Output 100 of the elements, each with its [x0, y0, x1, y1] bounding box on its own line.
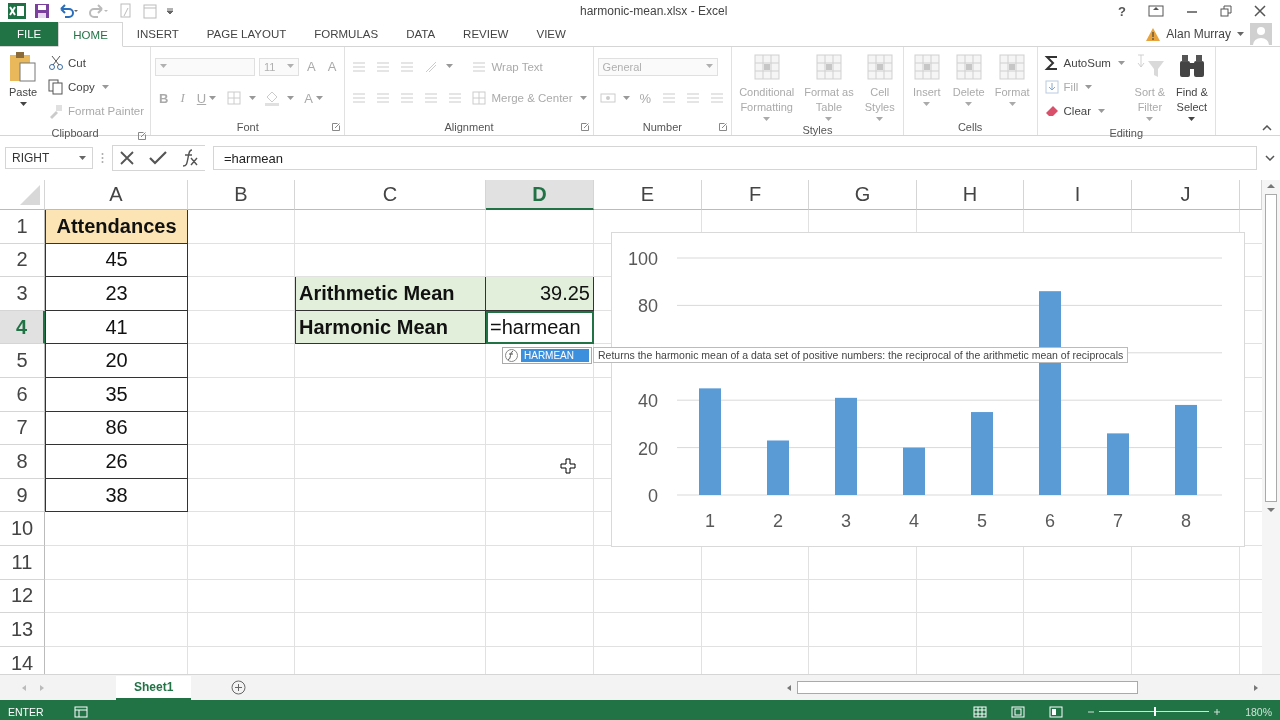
scroll-down-icon[interactable]: [1266, 506, 1276, 514]
row-header[interactable]: 3: [0, 277, 45, 311]
prev-sheet-icon[interactable]: [20, 683, 28, 692]
save-icon[interactable]: [34, 3, 50, 19]
ribbon-display-icon[interactable]: [1148, 5, 1164, 17]
axis-label: 2: [773, 511, 783, 531]
column-heading-cell: Attendances: [45, 210, 188, 244]
axis-label: 1: [705, 511, 715, 531]
user-name[interactable]: Alan Murray: [1166, 27, 1231, 41]
clipboard-icon: [7, 51, 39, 83]
collapse-ribbon-icon[interactable]: [1262, 125, 1272, 131]
column-header[interactable]: G: [809, 180, 917, 210]
column-header[interactable]: F: [702, 180, 809, 210]
grid-icon: [471, 90, 488, 107]
help-button[interactable]: ?: [1118, 3, 1126, 19]
page-layout-icon[interactable]: [1011, 705, 1026, 718]
row-header[interactable]: 2: [0, 243, 45, 278]
name-box[interactable]: RIGHT: [5, 147, 93, 169]
zoom-slider-thumb[interactable]: [1154, 707, 1157, 716]
row-header[interactable]: 4: [0, 310, 45, 345]
row-header[interactable]: 7: [0, 411, 45, 446]
ribbon-tab[interactable]: PAGE LAYOUT: [192, 22, 301, 46]
customize-caret-icon[interactable]: [166, 6, 174, 16]
label-cell: Arithmetic Mean: [295, 277, 486, 311]
grid-icon: [226, 90, 243, 107]
close-icon[interactable]: [1254, 5, 1266, 17]
column-header[interactable]: J: [1132, 180, 1240, 210]
sheet-tab[interactable]: Sheet1: [116, 675, 192, 700]
ribbon-button[interactable]: Clear: [1041, 102, 1108, 120]
formula-input[interactable]: =harmean: [213, 146, 1257, 170]
ribbon-tab[interactable]: FORMULAS: [300, 22, 393, 46]
scroll-left-icon[interactable]: [785, 683, 793, 692]
scroll-right-icon[interactable]: [1252, 683, 1260, 692]
ribbon-tab[interactable]: VIEW: [522, 22, 580, 46]
zoom-level[interactable]: 180%: [1245, 705, 1272, 718]
column-header[interactable]: C: [295, 180, 486, 210]
restore-icon[interactable]: [1220, 5, 1232, 17]
column-header[interactable]: D: [486, 180, 594, 210]
scrollbar-thumb[interactable]: [797, 681, 1138, 694]
cancel-icon[interactable]: [119, 150, 135, 166]
editing-cell[interactable]: =harmean: [486, 310, 594, 345]
next-sheet-icon[interactable]: [38, 683, 46, 692]
dialog-launcher-icon[interactable]: [138, 132, 147, 140]
ribbon-button[interactable]: Copy: [46, 78, 111, 96]
value-cell: 38: [45, 478, 188, 513]
bucket-icon: [264, 90, 281, 107]
ribbon-button[interactable]: Paste: [4, 49, 42, 127]
row-header[interactable]: 12: [0, 579, 45, 614]
warning-icon: [1146, 27, 1161, 41]
expand-caret-icon[interactable]: [1265, 155, 1275, 161]
value-cell: 26: [45, 445, 188, 479]
zoom-in-icon[interactable]: [1213, 707, 1222, 716]
dialog-launcher-icon[interactable]: [580, 123, 589, 131]
dialog-launcher-icon[interactable]: [719, 123, 728, 131]
axis-label: 6: [1045, 511, 1055, 531]
cursor-icon: [560, 458, 576, 474]
column-header[interactable]: E: [594, 180, 702, 210]
ribbon-button[interactable]: Cut: [46, 54, 88, 72]
page-break-icon[interactable]: [1049, 705, 1064, 718]
ribbon-tab[interactable]: HOME: [58, 22, 123, 47]
ribbon-tab[interactable]: INSERT: [122, 22, 193, 46]
enter-check-icon[interactable]: [149, 150, 167, 166]
group-label: Clipboard: [51, 127, 99, 139]
copy-icon: [48, 79, 64, 95]
caret-icon: [705, 64, 713, 70]
redo-icon[interactable]: [88, 3, 110, 19]
group-label: Font: [236, 120, 259, 133]
number-cell: 39.25: [486, 277, 594, 311]
row-header[interactable]: 5: [0, 344, 45, 378]
brush-icon: [48, 103, 64, 119]
row-header[interactable]: 10: [0, 512, 45, 546]
ribbon-button[interactable]: AutoSum: [1041, 54, 1127, 72]
excel-logo-icon: [8, 3, 26, 19]
group-label: Alignment: [444, 120, 494, 133]
scrollbar-thumb[interactable]: [1265, 194, 1277, 502]
row-header[interactable]: 13: [0, 613, 45, 647]
macro-record-icon[interactable]: [73, 705, 88, 718]
ribbon-tab[interactable]: REVIEW: [449, 22, 523, 46]
add-sheet-icon[interactable]: [231, 680, 247, 695]
ribbon-tab[interactable]: FILE: [0, 22, 59, 46]
ribbon-tab[interactable]: DATA: [392, 22, 450, 46]
row-header[interactable]: 8: [0, 445, 45, 479]
row-header[interactable]: 6: [0, 377, 45, 412]
bar: [1107, 433, 1129, 495]
dialog-launcher-icon[interactable]: [332, 123, 341, 131]
insert-function-icon[interactable]: [181, 149, 199, 167]
scroll-up-icon[interactable]: [1266, 182, 1276, 190]
value-cell: 35: [45, 377, 188, 412]
axis-label: 100: [627, 249, 658, 269]
caret-icon[interactable]: [1237, 31, 1244, 37]
undo-icon[interactable]: [58, 3, 80, 19]
value-cell: 86: [45, 411, 188, 446]
column-header[interactable]: A: [45, 180, 188, 210]
column-header[interactable]: I: [1024, 180, 1132, 210]
normal-view-icon[interactable]: [973, 705, 988, 718]
column-header[interactable]: B: [188, 180, 295, 210]
ribbon-button[interactable]: Find & Select: [1172, 49, 1211, 127]
row-header[interactable]: 11: [0, 545, 45, 580]
row-header[interactable]: 9: [0, 478, 45, 513]
column-header[interactable]: H: [917, 180, 1024, 210]
